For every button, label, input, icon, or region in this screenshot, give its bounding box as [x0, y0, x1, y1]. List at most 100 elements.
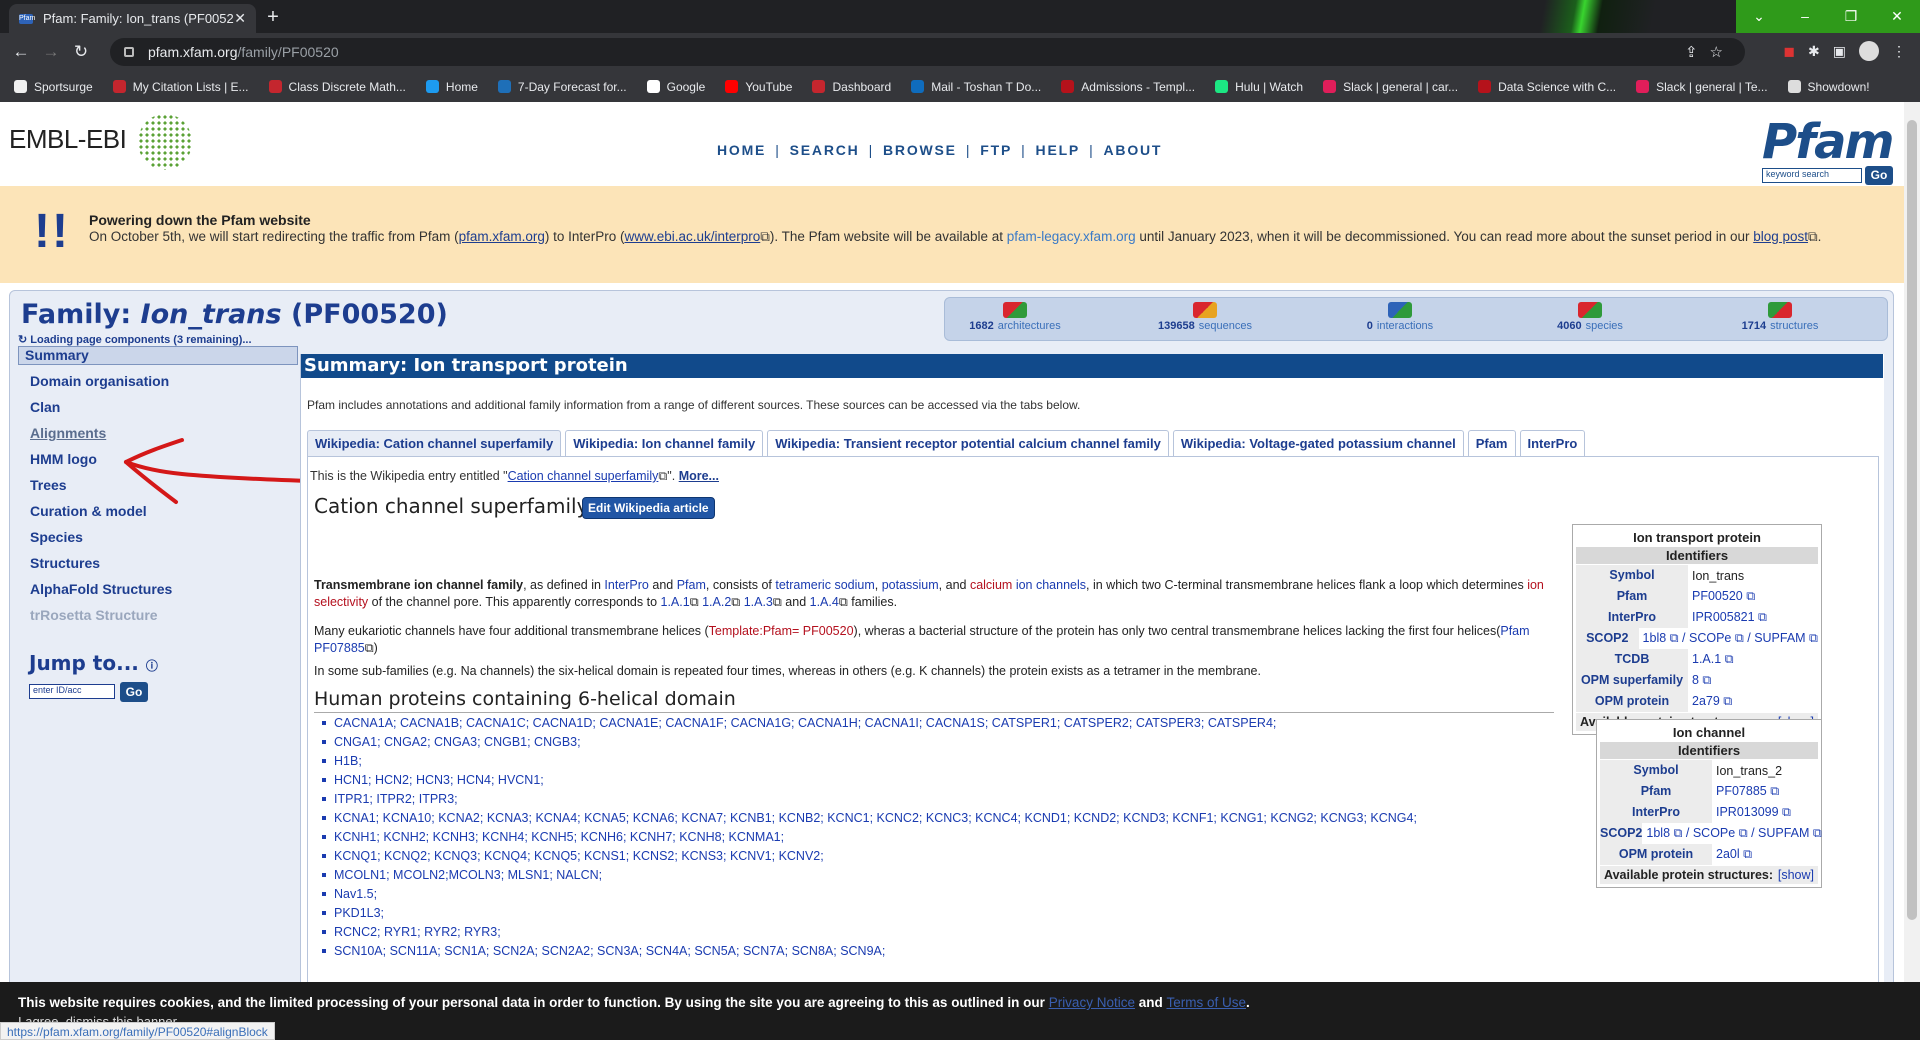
nav-help[interactable]: HELP: [1036, 142, 1081, 158]
protein-list-item[interactable]: H1B;: [322, 752, 1417, 771]
restore-icon[interactable]: ❐: [1828, 0, 1874, 33]
sidebar-item-domain-organisation[interactable]: Domain organisation: [30, 373, 169, 389]
blog-post-link[interactable]: blog post: [1753, 229, 1808, 244]
nav-browse[interactable]: BROWSE: [883, 142, 957, 158]
protein-list-item[interactable]: PKD1L3;: [322, 904, 1417, 923]
keyword-search-go-button[interactable]: Go: [1865, 166, 1893, 185]
sidebar-item-structures[interactable]: Structures: [30, 555, 100, 571]
tab-wikipedia-voltage-gated-potassium-channel[interactable]: Wikipedia: Voltage-gated potassium chann…: [1172, 430, 1464, 456]
infobox-value[interactable]: 2a0l ⧉: [1712, 847, 1752, 862]
tab-wikipedia-cation-channel-superfamily[interactable]: Wikipedia: Cation channel superfamily: [307, 430, 562, 456]
protein-list-item[interactable]: Nav1.5;: [322, 885, 1417, 904]
more-link[interactable]: More...: [679, 469, 719, 483]
puzzle-icon[interactable]: ✱: [1808, 43, 1820, 60]
nav-about[interactable]: ABOUT: [1104, 142, 1163, 158]
tab-interpro[interactable]: InterPro: [1519, 430, 1586, 456]
tab-wikipedia-ion-channel-family[interactable]: Wikipedia: Ion channel family: [565, 430, 764, 456]
infobox-value[interactable]: 1bl8 ⧉ / SCOPe ⧉ / SUPFAM ⧉: [1642, 826, 1821, 841]
tc-1a1-link[interactable]: 1.A.1: [661, 595, 690, 609]
chevron-down-icon[interactable]: ⌄: [1736, 0, 1782, 33]
wiki-entry-link[interactable]: Cation channel superfamily: [508, 469, 659, 483]
bookmark-item[interactable]: Class Discrete Math...: [268, 80, 406, 94]
nav-home[interactable]: HOME: [717, 142, 766, 158]
bookmark-item[interactable]: Admissions - Templ...: [1061, 80, 1195, 94]
tc-1a4-link[interactable]: 1.A.4: [810, 595, 839, 609]
protein-list-item[interactable]: KCNA1; KCNA10; KCNA2; KCNA3; KCNA4; KCNA…: [322, 809, 1417, 828]
bookmark-item[interactable]: Showdown!: [1787, 80, 1870, 94]
nav-search[interactable]: SEARCH: [790, 142, 860, 158]
infobox-value[interactable]: 1.A.1 ⧉: [1688, 652, 1734, 667]
infobox-value[interactable]: IPR013099 ⧉: [1712, 805, 1791, 820]
pfam-legacy-link[interactable]: pfam-legacy.xfam.org: [1007, 229, 1136, 244]
bookmark-item[interactable]: YouTube: [725, 80, 792, 94]
pfam-logo[interactable]: Pfam: [1762, 114, 1894, 170]
share-bookmark-icons[interactable]: ⇪☆: [1685, 43, 1735, 61]
page-scrollbar[interactable]: [1904, 102, 1920, 982]
bookmark-item[interactable]: My Citation Lists | E...: [112, 80, 249, 94]
sidebar-item-alignments[interactable]: Alignments: [30, 425, 106, 441]
bookmark-item[interactable]: Sportsurge: [14, 80, 93, 94]
bookmark-item[interactable]: Slack | general | Te...: [1636, 80, 1768, 94]
infobox-value[interactable]: 8 ⧉: [1688, 673, 1711, 688]
sidebar-item-trees[interactable]: Trees: [30, 477, 67, 493]
sidepanel-icon[interactable]: ▣: [1833, 43, 1846, 60]
dismiss-cookie-banner[interactable]: I agree, dismiss this banner: [18, 1014, 1920, 1029]
pfam-link[interactable]: pfam.xfam.org: [459, 229, 545, 244]
sidebar-item-alphafold-structures[interactable]: AlphaFold Structures: [30, 581, 172, 597]
bookmark-item[interactable]: Dashboard: [812, 80, 891, 94]
edit-wikipedia-button[interactable]: Edit Wikipedia article: [582, 497, 715, 519]
protein-list-item[interactable]: KCNQ1; KCNQ2; KCNQ3; KCNQ4; KCNQ5; KCNS1…: [322, 847, 1417, 866]
protein-list-item[interactable]: MCOLN1; MCOLN2;MCOLN3; MLSN1; NALCN;: [322, 866, 1417, 885]
bookmark-item[interactable]: Data Science with C...: [1478, 80, 1616, 94]
address-bar[interactable]: pfam.xfam.org/family/PF00520 ⇪☆: [110, 38, 1745, 66]
forward-icon[interactable]: →: [36, 42, 66, 62]
close-tab-icon[interactable]: ✕: [234, 10, 246, 27]
tc-1a2-link[interactable]: 1.A.2: [702, 595, 731, 609]
keyword-search-input[interactable]: keyword search: [1762, 168, 1862, 183]
infobox-value[interactable]: IPR005821 ⧉: [1688, 610, 1767, 625]
sidebar-item-hmm-logo[interactable]: HMM logo: [30, 451, 97, 467]
ion-channels-link[interactable]: ion channels: [1016, 578, 1086, 592]
interpro-wiki-link[interactable]: InterPro: [604, 578, 648, 592]
stat-sequences[interactable]: 139658 sequences: [1135, 302, 1275, 332]
new-tab-icon[interactable]: +: [260, 4, 286, 30]
nav-ftp[interactable]: FTP: [980, 142, 1012, 158]
close-window-icon[interactable]: ✕: [1874, 0, 1920, 33]
bookmark-item[interactable]: Slack | general | car...: [1323, 80, 1458, 94]
minimize-icon[interactable]: –: [1782, 0, 1828, 33]
bookmark-item[interactable]: Mail - Toshan T Do...: [911, 80, 1041, 94]
reload-icon[interactable]: ↻: [66, 42, 96, 62]
calcium-link[interactable]: calcium: [970, 578, 1012, 592]
potassium-link[interactable]: potassium: [882, 578, 939, 592]
sodium-link[interactable]: sodium: [834, 578, 874, 592]
terms-of-use-link[interactable]: Terms of Use: [1166, 995, 1246, 1010]
stat-architectures[interactable]: 1682 architectures: [945, 302, 1085, 332]
tab-pfam[interactable]: Pfam: [1467, 430, 1516, 456]
jump-to-input[interactable]: enter ID/acc: [29, 684, 115, 699]
protein-list-item[interactable]: CNGA1; CNGA2; CNGA3; CNGB1; CNGB3;: [322, 733, 1417, 752]
show-structures-link[interactable]: [show]: [1778, 868, 1814, 882]
protein-list-item[interactable]: HCN1; HCN2; HCN3; HCN4; HVCN1;: [322, 771, 1417, 790]
infobox-value[interactable]: PF07885 ⧉: [1712, 784, 1779, 799]
bookmark-item[interactable]: Home: [425, 80, 478, 94]
stat-species[interactable]: 4060 species: [1520, 302, 1660, 332]
extension-icon[interactable]: ◼: [1783, 43, 1795, 60]
protein-list-item[interactable]: ITPR1; ITPR2; ITPR3;: [322, 790, 1417, 809]
tab-wikipedia-transient-receptor-potential-calcium-channel-family[interactable]: Wikipedia: Transient receptor potential …: [767, 430, 1169, 456]
scrollbar-thumb[interactable]: [1907, 120, 1917, 920]
template-pfam-link[interactable]: Template:Pfam= PF00520: [709, 624, 854, 638]
interpro-link[interactable]: www.ebi.ac.uk/interpro: [624, 229, 760, 244]
infobox-value[interactable]: 2a79 ⧉: [1688, 694, 1732, 709]
stat-structures[interactable]: 1714 structures: [1710, 302, 1850, 332]
protein-list-item[interactable]: RCNC2; RYR1; RYR2; RYR3;: [322, 923, 1417, 942]
infobox-value[interactable]: PF00520 ⧉: [1688, 589, 1755, 604]
infobox-value[interactable]: 1bl8 ⧉ / SCOPe ⧉ / SUPFAM ⧉: [1639, 631, 1818, 646]
stat-interactions[interactable]: 0 interactions: [1330, 302, 1470, 332]
protein-list-item[interactable]: SCN10A; SCN11A; SCN1A; SCN2A; SCN2A2; SC…: [322, 942, 1417, 961]
jump-to-go-button[interactable]: Go: [120, 682, 148, 702]
menu-icon[interactable]: ⋮: [1892, 43, 1906, 60]
pfam-wiki-link[interactable]: Pfam: [677, 578, 706, 592]
back-icon[interactable]: ←: [6, 42, 36, 62]
sidebar-item-species[interactable]: Species: [30, 529, 83, 545]
embl-ebi-logo[interactable]: EMBL-EBI: [9, 124, 127, 155]
